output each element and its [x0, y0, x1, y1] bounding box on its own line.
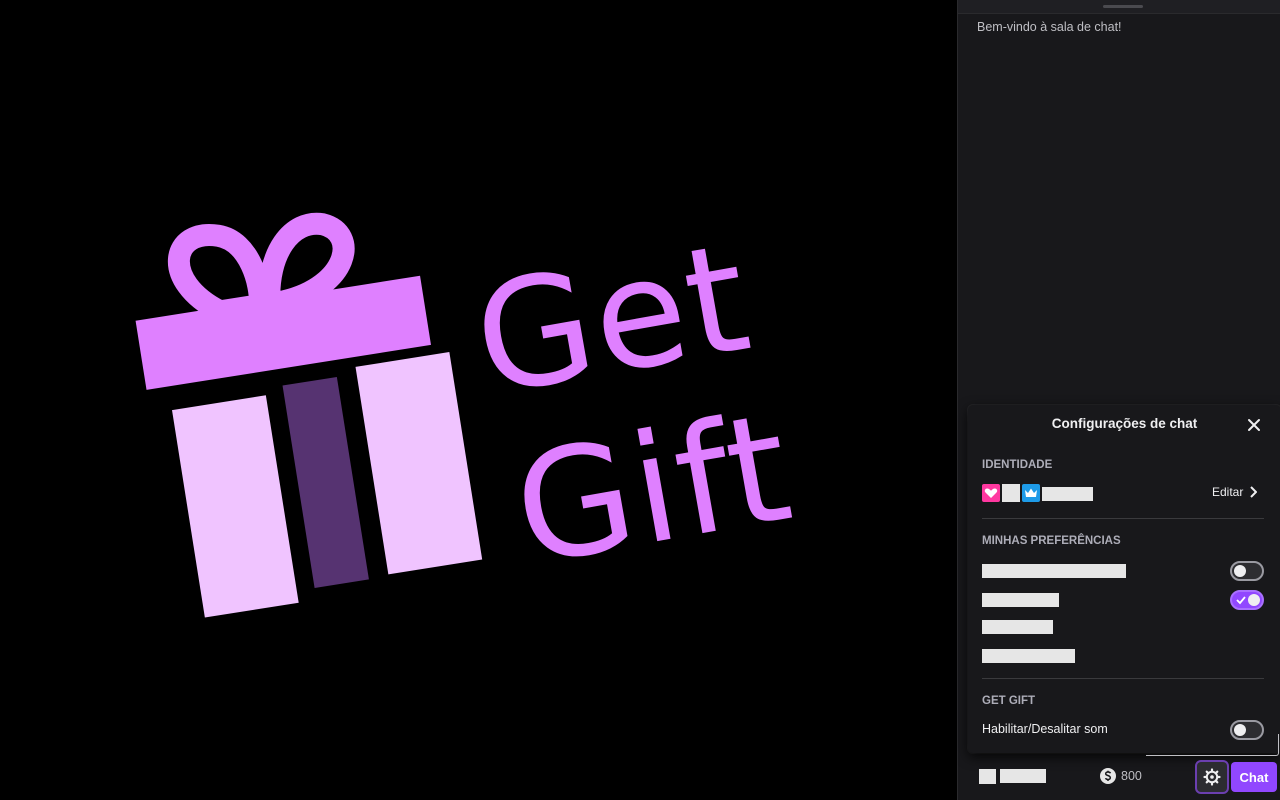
- gift-logo-icon: [135, 212, 483, 618]
- preference-item-label[interactable]: [982, 620, 1053, 634]
- gift-box-right: [355, 352, 483, 575]
- logo-text-gift: Gift: [502, 380, 804, 600]
- resize-grip[interactable]: [1103, 5, 1143, 8]
- chat-send-button[interactable]: Chat: [1231, 762, 1277, 792]
- chat-settings-button[interactable]: [1197, 762, 1227, 792]
- dollar-circle-icon[interactable]: [1099, 767, 1117, 785]
- edit-label: Editar: [1212, 485, 1244, 499]
- divider: [982, 518, 1264, 519]
- chevron-right-icon: [1250, 486, 1258, 498]
- preference-toggle-2[interactable]: [1230, 590, 1264, 610]
- preference-item-label: [982, 593, 1059, 607]
- heart-badge-icon: [982, 484, 1000, 502]
- tooltip-outline: [1146, 734, 1279, 756]
- check-icon: [1236, 596, 1246, 605]
- preference-toggle-1[interactable]: [1230, 561, 1264, 581]
- preference-item-label: [982, 564, 1126, 578]
- gift-box-left: [172, 395, 299, 618]
- chat-settings-panel: Configurações de chat IDENTIDADE Editar …: [968, 405, 1280, 753]
- crown-badge-icon: [1022, 484, 1040, 502]
- edit-identity-link[interactable]: Editar: [1212, 485, 1258, 499]
- chat-column: Bem-vindo à sala de chat! Configurações …: [957, 0, 1280, 800]
- video-player[interactable]: Get Gift: [0, 0, 957, 800]
- welcome-message: Bem-vindo à sala de chat!: [977, 20, 1122, 34]
- user-name-redacted: [1000, 769, 1046, 783]
- badge-redacted: [1002, 484, 1020, 502]
- close-button[interactable]: [1243, 414, 1265, 436]
- chat-bottom-bar: 800 Chat: [958, 755, 1280, 800]
- gift-ribbon: [282, 376, 369, 589]
- divider: [982, 678, 1264, 679]
- toggle-knob: [1248, 594, 1260, 606]
- panel-title: Configurações de chat: [1051, 416, 1198, 431]
- resize-handle[interactable]: [958, 0, 1280, 14]
- gear-icon: [1203, 768, 1221, 786]
- sound-toggle-label: Habilitar/Desalitar som: [982, 722, 1108, 736]
- channel-points-value: 800: [1121, 769, 1142, 783]
- toggle-knob: [1234, 565, 1246, 577]
- user-badge-redacted: [979, 769, 996, 784]
- preferences-section-title: MINHAS PREFERÊNCIAS: [982, 535, 1121, 547]
- logo-text-get: Get: [462, 210, 763, 430]
- identity-section-title: IDENTIDADE: [982, 459, 1053, 471]
- get-gift-section-title: GET GIFT: [982, 695, 1036, 707]
- username-redacted: [1042, 487, 1093, 501]
- close-icon: [1248, 419, 1260, 431]
- preference-item-label[interactable]: [982, 649, 1075, 663]
